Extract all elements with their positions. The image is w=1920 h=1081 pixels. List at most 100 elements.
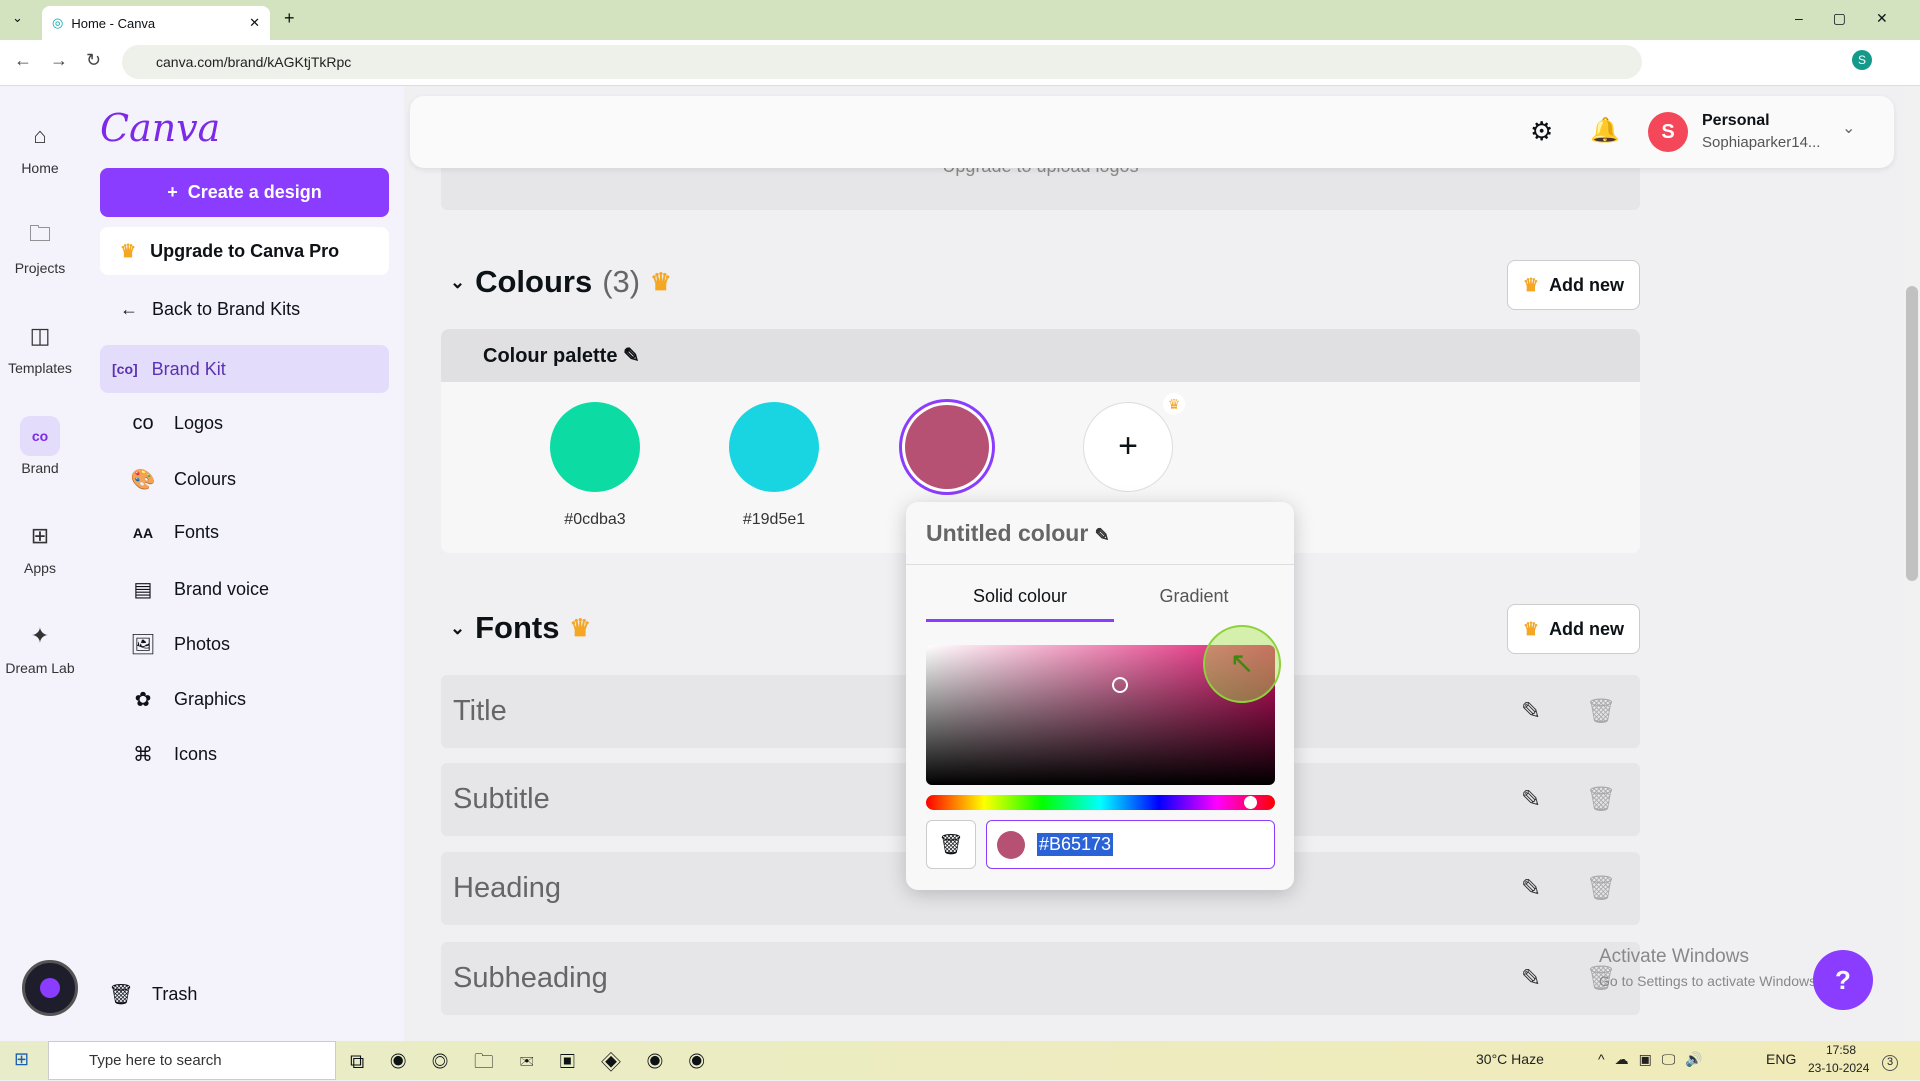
plus-icon: +: [167, 182, 178, 202]
account-chevron-down-icon[interactable]: ⌄: [1842, 118, 1855, 138]
arrow-left-icon: ←: [120, 298, 138, 319]
canva-logo: Canva: [100, 106, 221, 150]
hue-handle[interactable]: [1244, 796, 1257, 809]
add-colour-button[interactable]: +: [1083, 402, 1173, 492]
sidebar-item-brand-kit[interactable]: [co] Brand Kit: [100, 345, 389, 393]
language[interactable]: ENG: [1766, 1051, 1796, 1067]
rail-projects[interactable]: 🗀 Projects: [0, 216, 80, 276]
crown-icon: ♛: [569, 614, 591, 642]
colour-swatch[interactable]: [729, 402, 819, 492]
taskbar-apps[interactable]: ⧉◉◎🗀✉▣◈◉◉: [350, 1047, 731, 1081]
notification-bell-icon[interactable]: 🔔: [1590, 116, 1620, 145]
nav-buttons[interactable]: ←→↻: [14, 50, 119, 71]
tray-icons[interactable]: ^☁▣🖵🔊: [1598, 1051, 1713, 1068]
top-header: ⚙ 🔔 S Personal Sophiaparker14... ⌄: [410, 96, 1894, 168]
hex-input[interactable]: #B65173: [986, 820, 1275, 869]
logos-icon: co: [132, 412, 154, 434]
crown-icon: ♛: [1163, 393, 1185, 415]
edit-pencil-icon[interactable]: ✎: [623, 345, 640, 367]
templates-icon: ◫: [29, 323, 51, 348]
new-tab-icon[interactable]: +: [284, 8, 295, 29]
rail-brand[interactable]: co Brand: [0, 416, 80, 476]
divider: [906, 564, 1294, 565]
brand-icon: co: [20, 416, 60, 456]
recorder-bubble[interactable]: [22, 960, 78, 1016]
trash-icon[interactable]: 🗑: [1586, 874, 1616, 903]
hue-slider[interactable]: [926, 795, 1275, 810]
graphics-icon: ✿: [134, 689, 152, 711]
palette-header: Colour palette ✎: [441, 329, 1640, 382]
delete-colour-button[interactable]: 🗑: [926, 820, 976, 869]
clock-date[interactable]: 23-10-2024: [1808, 1061, 1869, 1075]
rail-dream-lab[interactable]: ✦ Dream Lab: [0, 616, 80, 676]
canva-favicon-icon: ◎: [52, 15, 64, 30]
colours-heading[interactable]: ⌄ Colours (3) ♛: [450, 264, 672, 300]
help-button[interactable]: ?: [1813, 950, 1873, 1010]
rail-templates[interactable]: ◫ Templates: [0, 316, 80, 376]
close-tab-icon[interactable]: ✕: [249, 15, 260, 31]
url-input[interactable]: canva.com/brand/kAGKtjTkRpc: [122, 45, 1642, 79]
profile-avatar[interactable]: S: [1852, 50, 1872, 70]
tab-gradient[interactable]: Gradient: [1114, 586, 1274, 607]
sidebar-item-brand-voice[interactable]: ▤ Brand voice: [130, 577, 270, 602]
activate-windows-watermark: Activate Windows: [1599, 946, 1749, 967]
crown-icon: ♛: [1522, 618, 1540, 639]
picker-handle[interactable]: [1112, 677, 1128, 693]
rail-home[interactable]: ⌂ Home: [0, 116, 80, 176]
edit-pencil-icon[interactable]: ✎: [1521, 697, 1541, 726]
brand-voice-icon: ▤: [133, 579, 153, 601]
brand-kit-icon: [co]: [112, 361, 138, 377]
browser-tab[interactable]: ◎ Home - Canva ✕: [42, 6, 270, 40]
address-bar-row: ←→↻ canva.com/brand/kAGKtjTkRpc S: [0, 40, 1920, 86]
tab-list-icon[interactable]: ⌄: [12, 10, 23, 26]
sidebar-item-trash[interactable]: 🗑 Trash: [108, 982, 197, 1007]
icons-icon: ⌘: [133, 744, 153, 766]
colour-name[interactable]: Untitled colour ✎: [926, 520, 1110, 547]
browser-tab-bar: ⌄ ◎ Home - Canva ✕ + –▢✕: [0, 0, 1920, 40]
trash-icon: 🗑: [108, 984, 134, 1006]
window-controls[interactable]: –▢✕: [1795, 10, 1918, 27]
rail-apps[interactable]: ⊞ Apps: [0, 516, 80, 576]
fonts-heading[interactable]: ⌄ Fonts ♛: [450, 610, 591, 646]
sidebar-item-icons[interactable]: ⌘ Icons: [130, 742, 217, 767]
settings-gear-icon[interactable]: ⚙: [1530, 116, 1553, 147]
trash-icon[interactable]: 🗑: [1586, 785, 1616, 814]
create-design-button[interactable]: + Create a design: [100, 168, 389, 217]
back-to-brand-kits[interactable]: ← Back to Brand Kits: [100, 285, 389, 333]
sidebar-item-fonts[interactable]: AA Fonts: [130, 522, 219, 543]
windows-start-icon[interactable]: ⊞: [14, 1049, 29, 1070]
account-type: Personal: [1702, 112, 1770, 129]
sidebar-item-photos[interactable]: 🖼 Photos: [130, 632, 230, 657]
clock-time[interactable]: 17:58: [1826, 1043, 1856, 1057]
sidebar-item-logos[interactable]: co Logos: [130, 412, 223, 435]
crown-icon: ♛: [650, 268, 672, 296]
trash-icon[interactable]: 🗑: [1586, 697, 1616, 726]
chevron-down-icon: ⌄: [450, 617, 466, 638]
palette-icon: 🎨: [130, 469, 156, 491]
cursor-highlight: ↖: [1203, 625, 1281, 703]
colour-swatch[interactable]: [550, 402, 640, 492]
font-row-subheading[interactable]: Subheading ✎ 🗑: [441, 942, 1640, 1015]
avatar[interactable]: S: [1648, 112, 1688, 152]
sidebar-item-graphics[interactable]: ✿ Graphics: [130, 687, 246, 712]
fonts-add-new-button[interactable]: ♛ Add new: [1507, 604, 1640, 654]
notification-count[interactable]: 3: [1882, 1055, 1898, 1071]
left-rail: ⌂ Home 🗀 Projects ◫ Templates co Brand ⊞ Apps…: [0, 86, 80, 1041]
scrollbar[interactable]: [1904, 86, 1920, 1041]
weather[interactable]: 30°C Haze: [1476, 1051, 1544, 1067]
upgrade-button[interactable]: ♛ Upgrade to Canva Pro: [100, 227, 389, 275]
edit-pencil-icon[interactable]: ✎: [1521, 874, 1541, 903]
sidebar-item-colours[interactable]: 🎨 Colours: [130, 467, 236, 492]
colours-add-new-button[interactable]: ♛ Add new: [1507, 260, 1640, 310]
chevron-down-icon: ⌄: [450, 271, 466, 292]
colour-swatch-selected[interactable]: [905, 405, 989, 489]
taskbar-search[interactable]: Type here to search: [48, 1041, 336, 1080]
apps-icon: ⊞: [30, 523, 50, 548]
edit-pencil-icon[interactable]: ✎: [1521, 785, 1541, 814]
tab-title: Home - Canva: [71, 15, 156, 31]
home-icon: ⌂: [33, 123, 47, 148]
crown-icon: ♛: [1522, 274, 1540, 295]
edit-pencil-icon[interactable]: ✎: [1521, 964, 1541, 993]
activate-windows-subtext: Go to Settings to activate Windows.: [1599, 973, 1820, 989]
tab-solid-colour[interactable]: Solid colour: [926, 586, 1114, 622]
